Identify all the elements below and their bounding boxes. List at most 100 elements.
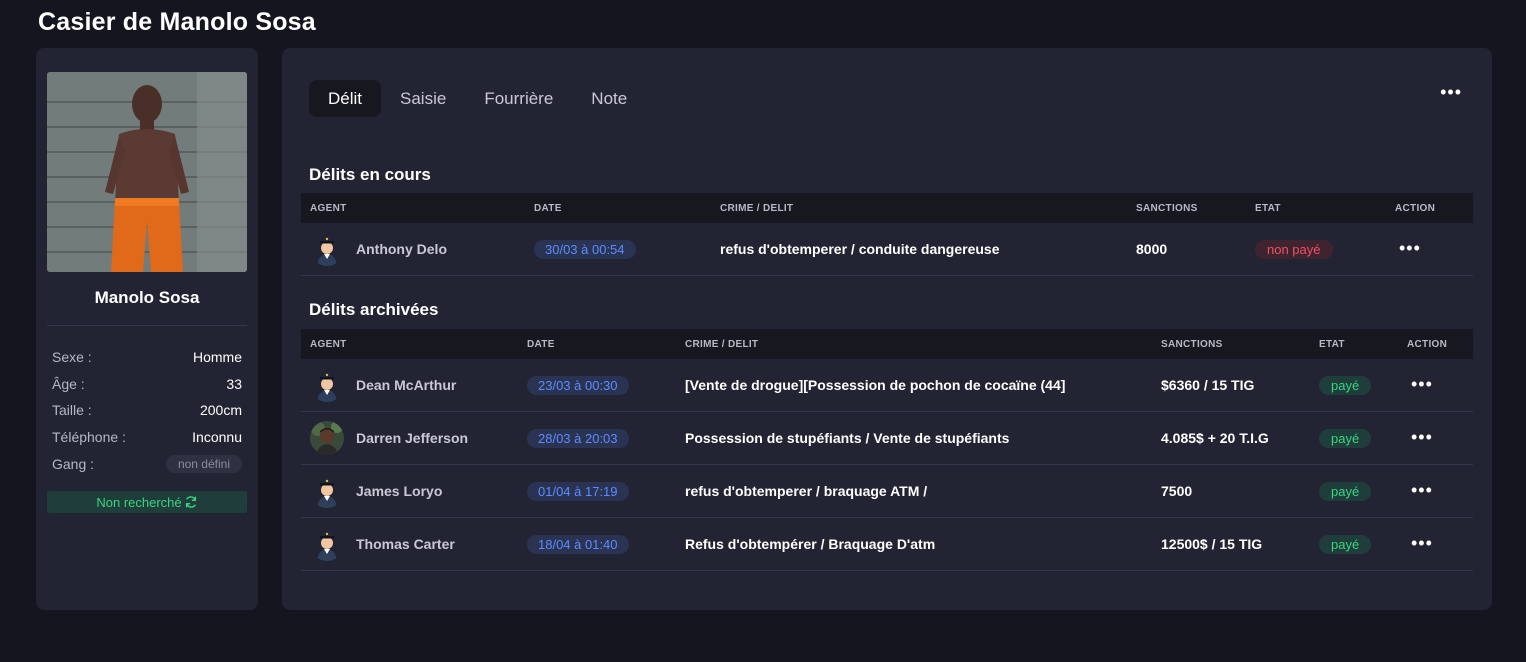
- info-row-height: Taille : 200cm: [52, 400, 242, 420]
- row-actions-icon[interactable]: •••: [1407, 427, 1433, 447]
- refresh-icon: [185, 496, 196, 508]
- date-badge: 30/03 à 00:54: [534, 239, 636, 259]
- agent-cell: Thomas Carter: [301, 527, 518, 561]
- action-cell: •••: [1398, 533, 1473, 553]
- police-officer-icon: [310, 527, 344, 561]
- police-avatar: [310, 474, 344, 508]
- info-row-age: Âge : 33: [52, 374, 242, 394]
- sanction-cell: $6360 / 15 TIG: [1161, 377, 1255, 393]
- date-cell: 30/03 à 00:54: [525, 239, 711, 259]
- date-cell: 23/03 à 00:30: [518, 375, 676, 395]
- col-state: ETAT: [1255, 202, 1281, 214]
- state-cell: payé: [1310, 375, 1398, 395]
- crime-cell: Refus d'obtempérer / Braquage D'atm: [685, 536, 936, 552]
- info-label: Sexe :: [52, 349, 92, 365]
- action-cell: •••: [1398, 480, 1473, 500]
- col-sanctions: SANCTIONS: [1136, 202, 1198, 214]
- date-badge: 18/04 à 01:40: [527, 534, 629, 554]
- current-offenses-title: Délits en cours: [309, 165, 431, 184]
- table-header: AGENT DATE CRIME / DELIT SANCTIONS ETAT …: [301, 193, 1473, 223]
- sanction-cell: 4.085$ + 20 T.I.G: [1161, 430, 1269, 446]
- wanted-status-label: Non recherché: [96, 494, 182, 510]
- tab-note[interactable]: Note: [572, 80, 646, 117]
- state-cell: payé: [1310, 481, 1398, 501]
- archived-offenses-title: Délits archivées: [309, 300, 439, 319]
- police-officer-icon: [310, 474, 344, 508]
- agent-cell: James Loryo: [301, 474, 518, 508]
- wanted-status-button[interactable]: Non recherché: [47, 491, 247, 513]
- info-value: 33: [226, 376, 242, 392]
- col-date: DATE: [534, 202, 562, 214]
- col-state: ETAT: [1319, 338, 1345, 350]
- action-cell: •••: [1386, 238, 1473, 258]
- table-row: Dean McArthur 23/03 à 00:30 [Vente de dr…: [301, 359, 1473, 412]
- row-actions-icon[interactable]: •••: [1407, 533, 1433, 553]
- agent-cell: Anthony Delo: [301, 232, 525, 266]
- agent-name: James Loryo: [356, 483, 443, 499]
- profile-divider: [47, 325, 247, 326]
- info-row-gang: Gang : non défini: [52, 454, 242, 474]
- page-title: Casier de Manolo Sosa: [38, 8, 316, 36]
- state-cell: non payé: [1246, 239, 1386, 259]
- info-label: Téléphone :: [52, 429, 126, 445]
- row-actions-icon[interactable]: •••: [1407, 480, 1433, 500]
- profile-name: Manolo Sosa: [94, 288, 200, 307]
- row-actions-icon[interactable]: •••: [1395, 238, 1421, 258]
- col-crime: CRIME / DELIT: [720, 202, 794, 214]
- sanction-cell: 12500$ / 15 TIG: [1161, 536, 1263, 552]
- tab-bar: Délit Saisie Fourrière Note: [309, 80, 646, 117]
- table-row: Darren Jefferson 28/03 à 20:03 Possessio…: [301, 412, 1473, 465]
- info-label: Taille :: [52, 402, 92, 418]
- info-label: Gang :: [52, 456, 95, 472]
- date-cell: 01/04 à 17:19: [518, 481, 676, 501]
- gang-badge: non défini: [165, 455, 242, 473]
- agent-name: Dean McArthur: [356, 377, 457, 393]
- mugshot-photo: [47, 72, 247, 272]
- profile-card: Manolo Sosa Sexe : Homme Âge : 33 Taille…: [36, 48, 258, 610]
- date-cell: 28/03 à 20:03: [518, 428, 676, 448]
- state-badge-unpaid: non payé: [1255, 239, 1333, 259]
- police-avatar: [310, 527, 344, 561]
- tab-delit[interactable]: Délit: [309, 80, 382, 117]
- police-avatar: [310, 232, 344, 266]
- tab-saisie[interactable]: Saisie: [381, 80, 465, 117]
- mugshot-image: [47, 72, 247, 272]
- action-cell: •••: [1398, 427, 1473, 447]
- table-row: James Loryo 01/04 à 17:19 refus d'obtemp…: [301, 465, 1473, 518]
- state-badge-paid: payé: [1319, 481, 1372, 501]
- crime-cell: refus d'obtemperer / conduite dangereuse: [720, 241, 1000, 257]
- more-options-icon[interactable]: •••: [1440, 83, 1462, 101]
- col-agent: AGENT: [310, 202, 347, 214]
- table-row: Anthony Delo 30/03 à 00:54 refus d'obtem…: [301, 223, 1473, 276]
- crime-cell: [Vente de drogue][Possession de pochon d…: [685, 377, 1066, 393]
- table-row: Thomas Carter 18/04 à 01:40 Refus d'obte…: [301, 518, 1473, 571]
- sanction-cell: 7500: [1161, 483, 1193, 499]
- col-action: ACTION: [1407, 338, 1448, 350]
- tab-fourriere[interactable]: Fourrière: [465, 80, 572, 117]
- table-header: AGENT DATE CRIME / DELIT SANCTIONS ETAT …: [301, 329, 1473, 359]
- col-date: DATE: [527, 338, 555, 350]
- police-officer-icon: [310, 232, 344, 266]
- agent-cell: Dean McArthur: [301, 368, 518, 402]
- agent-name: Anthony Delo: [356, 241, 447, 257]
- agent-photo-icon: [310, 421, 344, 455]
- info-value: Inconnu: [192, 429, 242, 445]
- agent-name: Darren Jefferson: [356, 430, 469, 446]
- state-badge-paid: payé: [1319, 375, 1372, 395]
- state-badge-paid: payé: [1319, 428, 1372, 448]
- col-sanctions: SANCTIONS: [1161, 338, 1223, 350]
- agent-cell: Darren Jefferson: [301, 421, 518, 455]
- current-offenses-table: AGENT DATE CRIME / DELIT SANCTIONS ETAT …: [301, 193, 1473, 276]
- row-actions-icon[interactable]: •••: [1407, 374, 1433, 394]
- date-cell: 18/04 à 01:40: [518, 534, 676, 554]
- crime-cell: refus d'obtemperer / braquage ATM /: [685, 483, 928, 499]
- col-agent: AGENT: [310, 338, 347, 350]
- date-badge: 23/03 à 00:30: [527, 375, 629, 395]
- police-avatar: [310, 368, 344, 402]
- info-value: 200cm: [199, 402, 242, 418]
- date-badge: 28/03 à 20:03: [527, 428, 629, 448]
- info-label: Âge :: [52, 376, 85, 392]
- info-value: Homme: [192, 349, 242, 365]
- date-badge: 01/04 à 17:19: [527, 481, 629, 501]
- state-cell: payé: [1310, 428, 1398, 448]
